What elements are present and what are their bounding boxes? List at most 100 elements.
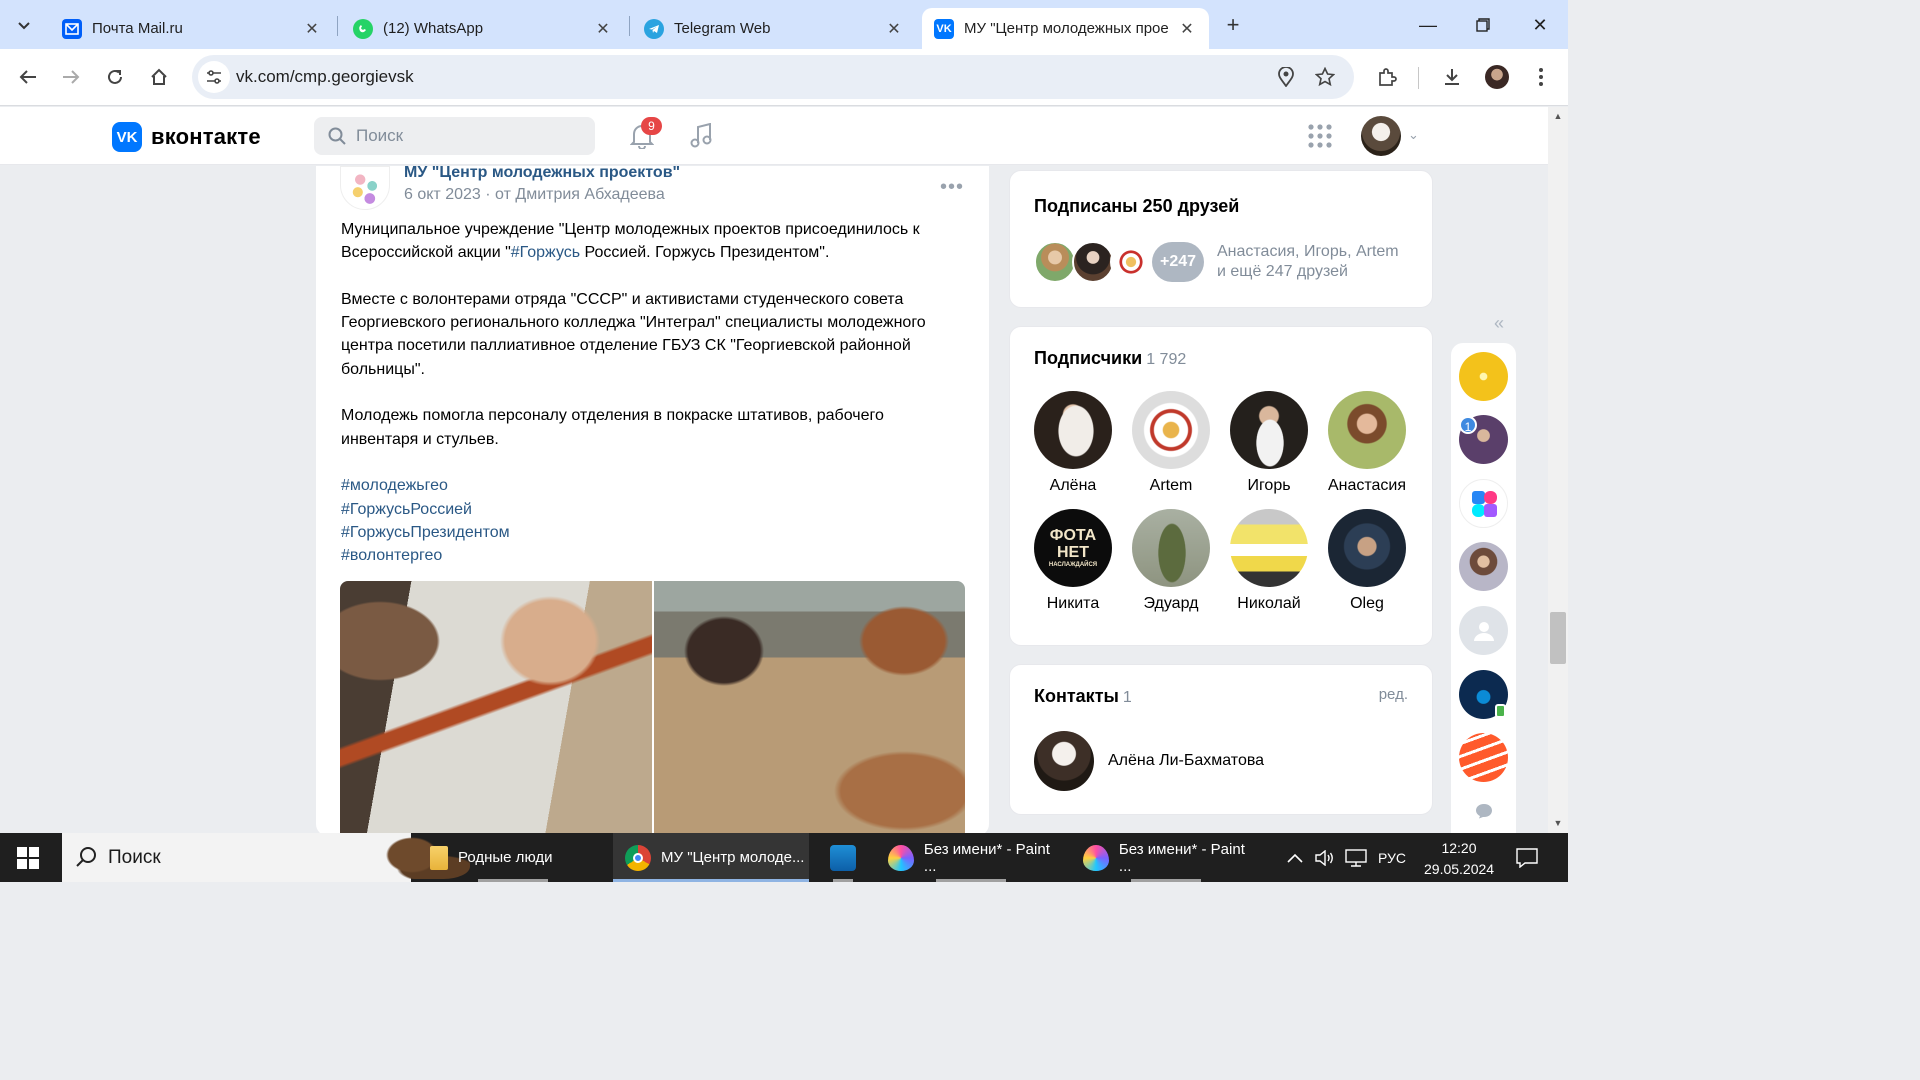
scroll-up-arrow-icon[interactable]: ▲ xyxy=(1552,111,1564,121)
hashtag-link[interactable]: #молодежьгео xyxy=(341,474,961,497)
contacts-edit-link[interactable]: ред. xyxy=(1379,686,1408,703)
subscriber-name[interactable]: Эдуард xyxy=(1144,595,1199,615)
tab-mail[interactable]: Почта Mail.ru ✕ xyxy=(50,8,334,49)
taskbar-app-explorer[interactable]: Родные люди xyxy=(418,833,608,882)
hashtag-link[interactable]: #Горжусь xyxy=(511,244,580,261)
vk-logo[interactable]: VK вконтакте xyxy=(112,122,261,152)
subscribers-title[interactable]: Подписчики 1 792 xyxy=(1034,348,1186,369)
vk-search-box[interactable] xyxy=(314,117,595,155)
subscriber-name[interactable]: Алёна xyxy=(1050,477,1097,497)
hashtag-link[interactable]: #ГоржусьПрезидентом xyxy=(341,521,961,544)
friend-avatar[interactable] xyxy=(1072,241,1114,283)
subscriber-name[interactable]: Artem xyxy=(1150,477,1193,497)
new-tab-button[interactable]: + xyxy=(1220,12,1246,38)
volume-speaker-icon[interactable] xyxy=(1315,833,1335,882)
post-via-author[interactable]: от Дмитрия Абхадеева xyxy=(495,186,665,203)
back-arrow-icon[interactable] xyxy=(12,61,44,93)
tab-close-icon[interactable]: ✕ xyxy=(302,19,322,39)
mini-chat-avatar[interactable] xyxy=(1459,733,1508,782)
tab-close-icon[interactable]: ✕ xyxy=(593,19,613,39)
location-pin-icon[interactable] xyxy=(1274,65,1298,89)
address-bar[interactable]: vk.com/cmp.georgievsk xyxy=(192,55,1354,99)
extensions-puzzle-icon[interactable] xyxy=(1371,61,1403,93)
contact-avatar[interactable] xyxy=(1034,731,1094,791)
mini-chat-avatar[interactable] xyxy=(1459,352,1508,401)
community-avatar[interactable] xyxy=(340,166,390,210)
site-info-icon[interactable] xyxy=(198,61,230,93)
post-date[interactable]: 6 окт 2023 xyxy=(404,186,481,203)
network-ethernet-icon[interactable] xyxy=(1345,833,1367,882)
scroll-down-arrow-icon[interactable]: ▼ xyxy=(1552,818,1564,828)
page-scrollbar[interactable] xyxy=(1548,107,1568,833)
home-icon[interactable] xyxy=(143,61,175,93)
taskbar-search-box[interactable]: Поиск xyxy=(62,833,470,882)
contact-item[interactable]: Алёна Ли-Бахматова xyxy=(1034,731,1264,791)
subscriber-item[interactable]: Алёна xyxy=(1024,391,1122,497)
subscriber-item[interactable]: ФОТА НЕТ НАСЛАЖДАЙСЯ Никита xyxy=(1024,509,1122,615)
subscriber-avatar[interactable] xyxy=(1034,391,1112,469)
default-user-icon[interactable] xyxy=(1459,606,1508,655)
tray-chevron-up-icon[interactable] xyxy=(1287,833,1303,882)
vk-messenger-app-icon[interactable] xyxy=(1459,479,1508,528)
subscriber-avatar[interactable] xyxy=(1328,391,1406,469)
mini-chat-avatar[interactable] xyxy=(1459,542,1508,591)
post-author-link[interactable]: МУ "Центр молодежных проектов" xyxy=(404,164,680,182)
vk-user-avatar[interactable] xyxy=(1361,116,1401,156)
taskbar-app-paint[interactable]: Без имени* - Paint ... xyxy=(876,833,1066,882)
subscriber-name[interactable]: Игорь xyxy=(1247,477,1290,497)
bookmark-star-icon[interactable] xyxy=(1313,65,1337,89)
forward-arrow-icon[interactable] xyxy=(55,61,87,93)
taskbar-app-chrome[interactable]: МУ "Центр молоде... xyxy=(613,833,809,882)
subscriber-name[interactable]: Oleg xyxy=(1350,595,1384,615)
chevron-down-icon[interactable]: ⌄ xyxy=(1408,127,1419,143)
subscriber-avatar[interactable] xyxy=(1328,509,1406,587)
tab-telegram[interactable]: Telegram Web ✕ xyxy=(632,8,916,49)
apps-grid-icon[interactable] xyxy=(1308,124,1332,153)
url-text[interactable]: vk.com/cmp.georgievsk xyxy=(236,67,414,87)
reload-icon[interactable] xyxy=(99,61,131,93)
taskbar-app-paint[interactable]: Без имени* - Paint ... xyxy=(1071,833,1261,882)
subscriber-item[interactable]: Анастасия xyxy=(1318,391,1416,497)
chat-bubble-icon[interactable] xyxy=(1475,803,1493,824)
subscriber-name[interactable]: Николай xyxy=(1237,595,1300,615)
vk-search-input[interactable] xyxy=(356,117,586,155)
input-language-indicator[interactable]: РУС xyxy=(1378,833,1406,882)
subscriber-avatar[interactable] xyxy=(1230,391,1308,469)
browser-menu-dots-icon[interactable] xyxy=(1525,61,1557,93)
notification-center-icon[interactable] xyxy=(1516,833,1538,882)
music-note-icon[interactable] xyxy=(689,122,713,154)
friend-avatar[interactable] xyxy=(1034,241,1076,283)
friends-avatars[interactable]: +247 xyxy=(1034,241,1204,283)
hashtag-link[interactable]: #волонтергео xyxy=(341,544,961,567)
collapse-chevrons-icon[interactable]: « xyxy=(1494,313,1504,334)
more-dots-icon[interactable]: ••• xyxy=(940,176,964,199)
subscriber-avatar[interactable] xyxy=(1132,391,1210,469)
subscriber-avatar[interactable] xyxy=(1132,509,1210,587)
subscriber-item[interactable]: Artem xyxy=(1122,391,1220,497)
subscriber-avatar[interactable]: ФОТА НЕТ НАСЛАЖДАЙСЯ xyxy=(1034,509,1112,587)
tab-search-chevron-icon[interactable] xyxy=(8,9,40,41)
post-photo[interactable] xyxy=(654,581,965,836)
close-window-icon[interactable]: ✕ xyxy=(1525,10,1555,40)
tab-close-icon[interactable]: ✕ xyxy=(1177,19,1197,39)
tab-close-icon[interactable]: ✕ xyxy=(884,19,904,39)
subscriber-name[interactable]: Анастасия xyxy=(1328,477,1406,497)
subscriber-item[interactable]: Oleg xyxy=(1318,509,1416,615)
browser-profile-avatar[interactable] xyxy=(1485,65,1509,89)
subscriber-item[interactable]: Николай xyxy=(1220,509,1318,615)
subscriber-name[interactable]: Никита xyxy=(1047,595,1099,615)
friends-card-title[interactable]: Подписаны 250 друзей xyxy=(1034,196,1239,217)
windows-start-icon[interactable] xyxy=(17,847,39,869)
scrollbar-thumb[interactable] xyxy=(1550,612,1566,664)
more-friends-badge[interactable]: +247 xyxy=(1152,242,1204,282)
subscriber-avatar[interactable] xyxy=(1230,509,1308,587)
downloads-icon[interactable] xyxy=(1436,61,1468,93)
taskbar-app-generic[interactable] xyxy=(815,833,871,882)
minimize-icon[interactable]: — xyxy=(1413,10,1443,40)
restore-icon[interactable] xyxy=(1468,10,1498,40)
tab-whatsapp[interactable]: (12) WhatsApp ✕ xyxy=(341,8,625,49)
friend-avatar[interactable] xyxy=(1110,241,1152,283)
tab-vk-active[interactable]: VK МУ "Центр молодежных прое ✕ xyxy=(922,8,1209,49)
post-photo[interactable] xyxy=(340,581,652,836)
subscriber-item[interactable]: Игорь xyxy=(1220,391,1318,497)
